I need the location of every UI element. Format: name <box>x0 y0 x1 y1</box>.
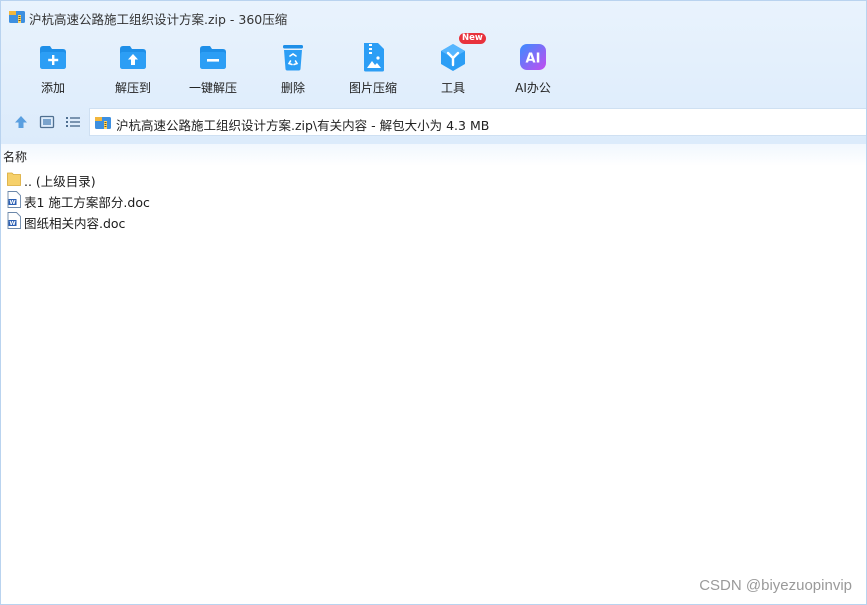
list-item-name: 表1 施工方案部分.doc <box>24 195 150 210</box>
image-compress-button-label: 图片压缩 <box>348 81 397 95</box>
window-title: 沪杭高速公路施工组织设计方案.zip - 360压缩 <box>29 12 288 27</box>
list-header: 名称 <box>1 144 866 166</box>
up-arrow-icon[interactable] <box>12 113 30 131</box>
toolbar: 添加 解压到 一键解压 删除 图片压缩 New 工具 AI AI办公 <box>1 33 866 99</box>
word-doc-icon: W <box>7 212 21 229</box>
title-bar: 沪杭高速公路施工组织设计方案.zip - 360压缩 <box>1 1 866 33</box>
list-item[interactable]: .. (上级目录) <box>1 168 866 189</box>
list-view-icon[interactable] <box>64 113 82 131</box>
extract-to-button-label: 解压到 <box>114 81 151 95</box>
folder-icon <box>7 172 21 186</box>
thumbnail-view-icon[interactable] <box>38 113 56 131</box>
ai-office-button[interactable]: AI AI办公 <box>497 37 569 99</box>
zip-archive-icon <box>9 11 25 23</box>
file-list: .. (上级目录) W 表1 施工方案部分.doc W 图纸相关内容.doc <box>1 168 866 231</box>
address-bar[interactable]: 沪杭高速公路施工组织设计方案.zip\有关内容 - 解包大小为 4.3 MB <box>89 108 866 136</box>
extract-to-button[interactable]: 解压到 <box>97 37 169 99</box>
svg-text:W: W <box>9 221 15 227</box>
image-compress-icon <box>364 43 384 72</box>
svg-text:W: W <box>9 200 15 206</box>
zip-archive-icon <box>95 117 111 129</box>
one-click-extract-button-label: 一键解压 <box>188 81 237 95</box>
address-path: 沪杭高速公路施工组织设计方案.zip\有关内容 - 解包大小为 4.3 MB <box>116 118 490 133</box>
watermark: CSDN @biyezuopinvip <box>699 577 852 594</box>
ai-office-icon: AI <box>520 44 546 70</box>
folder-add-icon <box>40 46 66 69</box>
app-window: 沪杭高速公路施工组织设计方案.zip - 360压缩 添加 解压到 一键解压 删… <box>0 0 867 605</box>
ai-office-button-label: AI办公 <box>515 81 551 95</box>
delete-button-label: 删除 <box>280 81 305 95</box>
new-badge: New <box>459 33 486 44</box>
recycle-bin-icon <box>283 45 303 71</box>
word-doc-icon: W <box>7 191 21 208</box>
list-item-name: .. (上级目录) <box>24 174 96 189</box>
one-click-extract-button[interactable]: 一键解压 <box>177 37 249 99</box>
window-chrome: 沪杭高速公路施工组织设计方案.zip - 360压缩 添加 解压到 一键解压 删… <box>1 1 866 144</box>
list-item-name: 图纸相关内容.doc <box>24 216 126 231</box>
delete-button[interactable]: 删除 <box>257 37 329 99</box>
column-header-name[interactable]: 名称 <box>3 148 27 165</box>
ai-icon-text: AI <box>526 52 541 67</box>
tools-button-label: 工具 <box>440 81 465 95</box>
folder-extract-icon <box>120 46 146 69</box>
add-button[interactable]: 添加 <box>17 37 89 99</box>
list-item[interactable]: W 图纸相关内容.doc <box>1 210 866 231</box>
add-button-label: 添加 <box>40 81 65 95</box>
list-item[interactable]: W 表1 施工方案部分.doc <box>1 189 866 210</box>
tools-icon <box>441 44 465 71</box>
address-row: 沪杭高速公路施工组织设计方案.zip\有关内容 - 解包大小为 4.3 MB <box>1 107 866 137</box>
image-compress-button[interactable]: 图片压缩 <box>337 37 409 99</box>
one-click-extract-icon <box>200 46 226 69</box>
tools-button[interactable]: New 工具 <box>417 33 489 99</box>
